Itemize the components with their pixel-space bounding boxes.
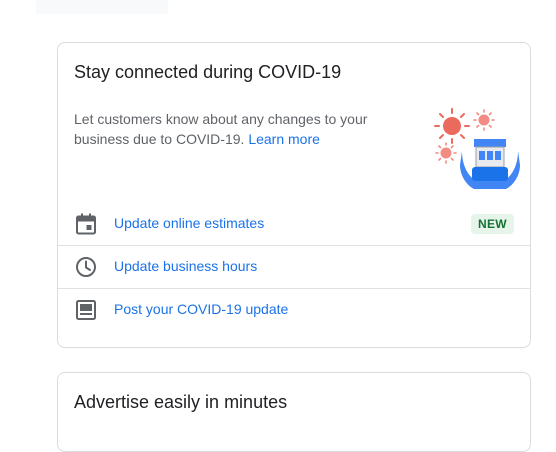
covid-card-description: Let customers know about any changes to … xyxy=(74,109,384,149)
learn-more-link[interactable]: Learn more xyxy=(248,131,320,147)
new-badge: NEW xyxy=(471,214,514,234)
virus-small-icon xyxy=(435,142,457,164)
post-covid-update-label: Post your COVID-19 update xyxy=(114,301,289,317)
covid-card: Stay connected during COVID-19 Let custo… xyxy=(57,42,531,348)
covid-store-illustration xyxy=(434,108,520,189)
virus-large-icon xyxy=(434,108,470,144)
covid-description-text: Let customers know about any changes to … xyxy=(74,111,368,147)
post-covid-update-row[interactable]: Post your COVID-19 update xyxy=(58,288,530,332)
top-strip xyxy=(36,0,168,14)
storefront-icon xyxy=(474,139,506,168)
virus-small-icon xyxy=(473,109,495,131)
advertise-card: Advertise easily in minutes xyxy=(57,372,531,452)
clock-icon xyxy=(76,257,96,277)
post-icon xyxy=(76,300,96,320)
update-business-hours-row[interactable]: Update business hours xyxy=(58,245,530,289)
advertise-card-title: Advertise easily in minutes xyxy=(74,392,288,412)
update-business-hours-label: Update business hours xyxy=(114,258,258,274)
update-online-estimates-row[interactable]: Update online estimates NEW xyxy=(58,202,530,245)
covid-card-title: Stay connected during COVID-19 xyxy=(74,62,342,82)
update-online-estimates-label: Update online estimates xyxy=(114,215,265,231)
calendar-event-icon xyxy=(76,213,96,235)
